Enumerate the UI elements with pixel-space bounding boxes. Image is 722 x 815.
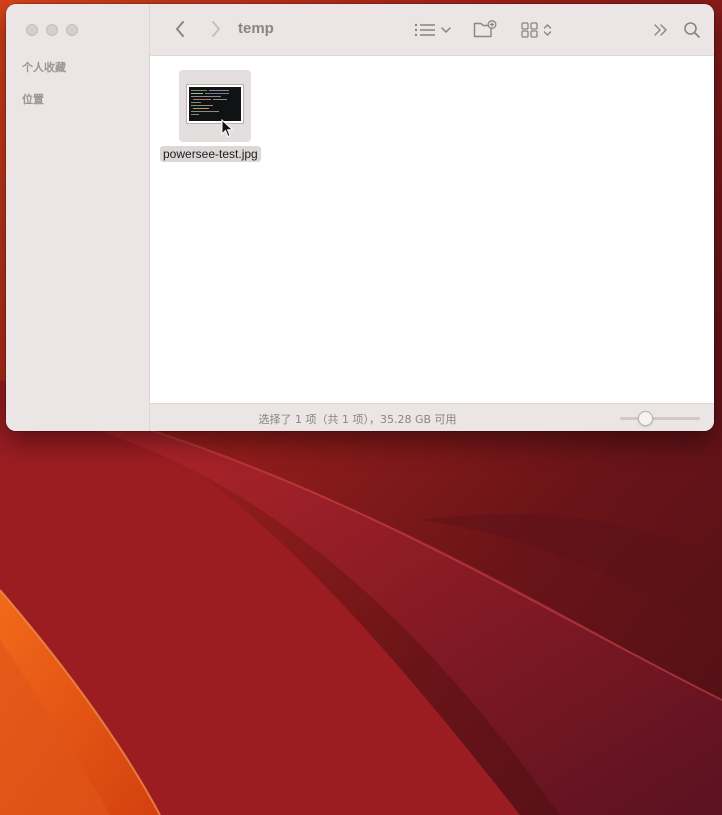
more-toolbar-button[interactable] <box>652 21 670 39</box>
slider-knob[interactable] <box>637 411 653 426</box>
sidebar: 个人收藏 位置 <box>6 4 150 431</box>
search-icon <box>684 22 700 38</box>
chevron-down-icon <box>440 27 451 34</box>
back-chevron-icon <box>176 21 184 37</box>
toolbar: temp <box>150 4 714 56</box>
minimize-button[interactable] <box>46 24 58 36</box>
grid-view-icon <box>520 22 538 38</box>
forward-chevron-icon <box>212 21 220 37</box>
view-options-button[interactable] <box>412 20 452 40</box>
file-thumbnail <box>186 84 244 124</box>
more-chevron-icon <box>654 24 667 36</box>
status-bar: 选择了 1 项（共 1 项），35.28 GB 可用 <box>150 403 714 431</box>
file-name-label[interactable]: powersee-test.jpg <box>160 146 261 162</box>
window-title: temp <box>238 20 274 37</box>
mouse-pointer-icon <box>221 119 234 138</box>
file-browser[interactable]: powersee-test.jpg <box>150 56 714 403</box>
new-folder-icon <box>473 20 497 38</box>
status-text: 选择了 1 项（共 1 项），35.28 GB 可用 <box>258 413 457 426</box>
new-folder-button[interactable] <box>472 18 498 40</box>
sidebar-section-favorites[interactable]: 个人收藏 <box>22 59 66 75</box>
back-button[interactable] <box>172 19 188 39</box>
search-button[interactable] <box>682 20 702 40</box>
sort-chevron-icon <box>543 24 551 36</box>
finder-window: 个人收藏 位置 temp powersee-test.jpg 选择了 1 项（共… <box>6 4 714 431</box>
zoom-button[interactable] <box>66 24 78 36</box>
list-view-icon <box>414 23 435 37</box>
sidebar-section-locations[interactable]: 位置 <box>22 91 44 107</box>
group-by-button[interactable] <box>516 19 556 41</box>
icon-size-slider[interactable] <box>620 411 700 426</box>
forward-button[interactable] <box>208 19 224 39</box>
close-button[interactable] <box>26 24 38 36</box>
window-controls <box>26 24 78 36</box>
file-item[interactable]: powersee-test.jpg <box>160 66 270 166</box>
desktop: 个人收藏 位置 temp powersee-test.jpg 选择了 1 项（共… <box>0 0 722 815</box>
terminal-screenshot-icon <box>191 90 229 115</box>
